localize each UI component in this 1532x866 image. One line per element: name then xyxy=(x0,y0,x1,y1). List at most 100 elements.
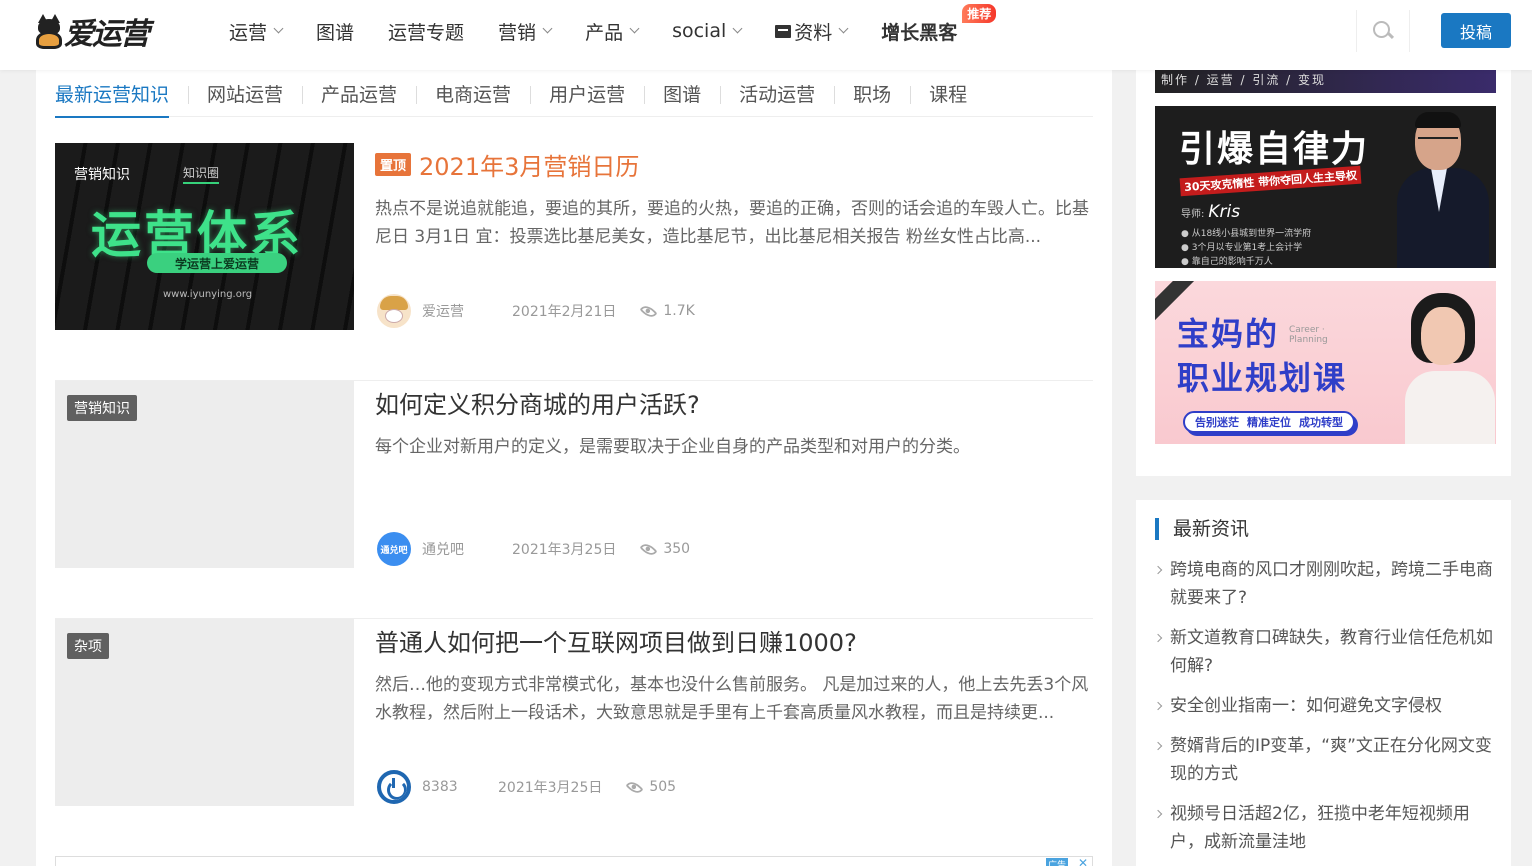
article-item: 杂项 普通人如何把一个互联网项目做到日赚1000? 然后…他的变现方式非常模式化… xyxy=(55,619,1093,857)
news-link[interactable]: 新文道教育口碑缺失，教育行业信任危机如何解? xyxy=(1155,624,1493,680)
latest-news-widget: 最新资讯 跨境电商的风口才刚刚吹起，跨境二手电商就要来了? 新文道教育口碑缺失，… xyxy=(1136,500,1511,866)
news-link[interactable]: 视频号日活超2亿，狂揽中老年短视频用户，成新流量洼地 xyxy=(1155,800,1493,856)
pill: 告别迷茫 xyxy=(1195,416,1239,429)
nav-label: social xyxy=(672,20,727,42)
banner-title: 引爆自律力 xyxy=(1179,128,1370,170)
main-content: 最新运营知识 网站运营 产品运营 电商运营 用户运营 图谱 活动运营 职场 课程… xyxy=(36,70,1112,866)
category-tabs: 最新运营知识 网站运营 产品运营 电商运营 用户运营 图谱 活动运营 职场 课程 xyxy=(55,70,1093,118)
banner-title: 宝妈的 xyxy=(1177,315,1280,353)
search-button[interactable] xyxy=(1356,10,1410,52)
tab-courses[interactable]: 课程 xyxy=(910,70,986,117)
nav-item-yunying[interactable]: 运营 xyxy=(212,18,299,45)
nav-label: 图谱 xyxy=(316,21,355,44)
tab-website-ops[interactable]: 网站运营 xyxy=(188,70,302,117)
pill: 成功转型 xyxy=(1299,416,1343,429)
site-logo[interactable]: 爱运营 xyxy=(36,11,150,52)
widget-heading: 最新资讯 xyxy=(1155,518,1249,540)
nav-item-social[interactable]: social xyxy=(655,20,758,42)
presenter-photo xyxy=(1405,293,1495,444)
view-count: 350 xyxy=(663,541,691,557)
tab-user-ops[interactable]: 用户运营 xyxy=(530,70,644,117)
thumb-badge: 知识圈 xyxy=(183,164,220,184)
banner-line: ● 从18线小县城到世界一流学府 xyxy=(1181,229,1312,239)
nav-label: 运营专题 xyxy=(388,21,465,44)
banner-title-2: 职业规划课 xyxy=(1177,359,1348,397)
tab-career[interactable]: 职场 xyxy=(834,70,910,117)
tab-ecommerce-ops[interactable]: 电商运营 xyxy=(416,70,530,117)
category-tag[interactable]: 营销知识 xyxy=(67,395,137,421)
chevron-down-icon xyxy=(629,23,640,34)
article-title[interactable]: 普通人如何把一个互联网项目做到日赚1000? xyxy=(375,623,857,658)
nav-item-product[interactable]: 产品 xyxy=(568,18,655,45)
search-icon xyxy=(1373,21,1393,41)
chevron-down-icon xyxy=(732,23,743,34)
tab-product-ops[interactable]: 产品运营 xyxy=(302,70,416,117)
thumb-url: www.iyunying.org xyxy=(163,289,253,300)
article-item: 营销知识 知识圈 运营体系 学运营上爱运营 www.iyunying.org 置… xyxy=(55,143,1093,381)
avatar[interactable]: 通兑吧 xyxy=(377,532,411,566)
avatar[interactable] xyxy=(377,770,411,804)
tab-event-ops[interactable]: 活动运营 xyxy=(720,70,834,117)
sticky-badge: 置顶 xyxy=(375,153,412,176)
chevron-down-icon xyxy=(273,23,284,34)
view-count: 505 xyxy=(649,779,677,795)
chevron-down-icon xyxy=(838,23,849,34)
author-prefix: 导师: xyxy=(1181,209,1205,220)
presenter-photo xyxy=(1393,112,1493,268)
tab-latest[interactable]: 最新运营知识 xyxy=(55,70,188,118)
nav-item-resources[interactable]: 资料 xyxy=(758,18,864,45)
english-line: Planning xyxy=(1289,335,1328,345)
close-icon[interactable]: ✕ xyxy=(1078,856,1088,866)
ad-banner-self-discipline[interactable]: 引爆自律力 30天攻克惰性 带你夺回人生主导权 导师: Kris ● 从18线小县… xyxy=(1155,106,1496,268)
post-date: 2021年3月25日 xyxy=(498,780,603,796)
folder-icon xyxy=(775,24,792,38)
avatar[interactable] xyxy=(377,294,411,328)
nav-label: 增长黑客 xyxy=(881,21,958,44)
article-title[interactable]: 如何定义积分商城的用户活跃? xyxy=(375,385,700,420)
view-count: 1.7K xyxy=(663,303,695,319)
banner-english: Career · Planning xyxy=(1289,325,1328,345)
nav-item-growth-hacker[interactable]: 增长黑客 推荐 xyxy=(864,3,997,45)
logo-text: 爱运营 xyxy=(64,17,150,52)
nav-item-tupu[interactable]: 图谱 xyxy=(299,18,371,45)
eye-icon xyxy=(625,778,644,796)
news-link[interactable]: 跨境电商的风口才刚刚吹起，跨境二手电商就要来了? xyxy=(1155,556,1493,612)
post-date: 2021年3月25日 xyxy=(512,542,617,558)
article-title[interactable]: 置顶 2021年3月营销日历 xyxy=(375,147,639,182)
recommend-badge: 推荐 xyxy=(962,3,997,23)
chevron-down-icon xyxy=(542,23,553,34)
article-thumbnail[interactable]: 营销知识 知识圈 运营体系 学运营上爱运营 www.iyunying.org xyxy=(55,143,354,330)
article-thumbnail[interactable]: 营销知识 xyxy=(55,381,354,568)
author-name[interactable]: 8383 xyxy=(422,779,488,795)
article-title-text: 2021年3月营销日历 xyxy=(419,153,640,181)
nav-item-marketing[interactable]: 营销 xyxy=(481,18,568,45)
news-list: 跨境电商的风口才刚刚吹起，跨境二手电商就要来了? 新文道教育口碑缺失，教育行业信… xyxy=(1155,556,1493,866)
banner-line: ● 靠自己的影响千万人 xyxy=(1181,257,1273,267)
ad-banner-top[interactable]: 制作 / 运营 / 引流 / 变现 xyxy=(1155,70,1496,93)
author-name[interactable]: 通兑吧 xyxy=(422,539,502,559)
nav-label: 产品 xyxy=(585,21,624,44)
banner-author: 导师: Kris xyxy=(1181,202,1240,222)
cat-logo-icon xyxy=(36,13,62,49)
news-link[interactable]: 赘婿背后的IP变革，“爽”文正在分化网文变现的方式 xyxy=(1155,732,1493,788)
site-header: 爱运营 运营 图谱 运营专题 营销 产品 social 资料 增长黑客 推荐 投稿 xyxy=(0,0,1532,70)
nav-label: 营销 xyxy=(498,21,537,44)
author-name[interactable]: 爱运营 xyxy=(422,301,502,321)
submit-article-button[interactable]: 投稿 xyxy=(1441,13,1511,48)
article-thumbnail[interactable]: 杂项 xyxy=(55,619,354,806)
pill: 精准定位 xyxy=(1247,416,1291,429)
tab-tupu[interactable]: 图谱 xyxy=(644,70,720,117)
article-item: 营销知识 如何定义积分商城的用户活跃? 每个企业对新用户的定义，是需要取决于企业… xyxy=(55,381,1093,619)
nav-label: 资料 xyxy=(794,21,833,44)
thumb-slogan: 学运营上爱运营 xyxy=(147,253,287,273)
bottom-ad-banner[interactable]: 广告 ✕ xyxy=(55,856,1093,866)
ad-label: 广告 xyxy=(1045,858,1068,866)
nav-item-topics[interactable]: 运营专题 xyxy=(371,18,481,45)
article-description: 每个企业对新用户的定义，是需要取决于企业自身的产品类型和对用户的分类。 xyxy=(375,437,970,457)
eye-icon xyxy=(639,540,658,558)
category-tag[interactable]: 营销知识 xyxy=(67,161,137,187)
english-line: Career · xyxy=(1289,325,1325,335)
category-tag[interactable]: 杂项 xyxy=(67,633,109,659)
news-link[interactable]: 安全创业指南一：如何避免文字侵权 xyxy=(1155,692,1493,720)
ad-banner-career-planning[interactable]: 宝妈的 Career · Planning 职业规划课 告别迷茫 精准定位 成功转… xyxy=(1155,281,1496,444)
